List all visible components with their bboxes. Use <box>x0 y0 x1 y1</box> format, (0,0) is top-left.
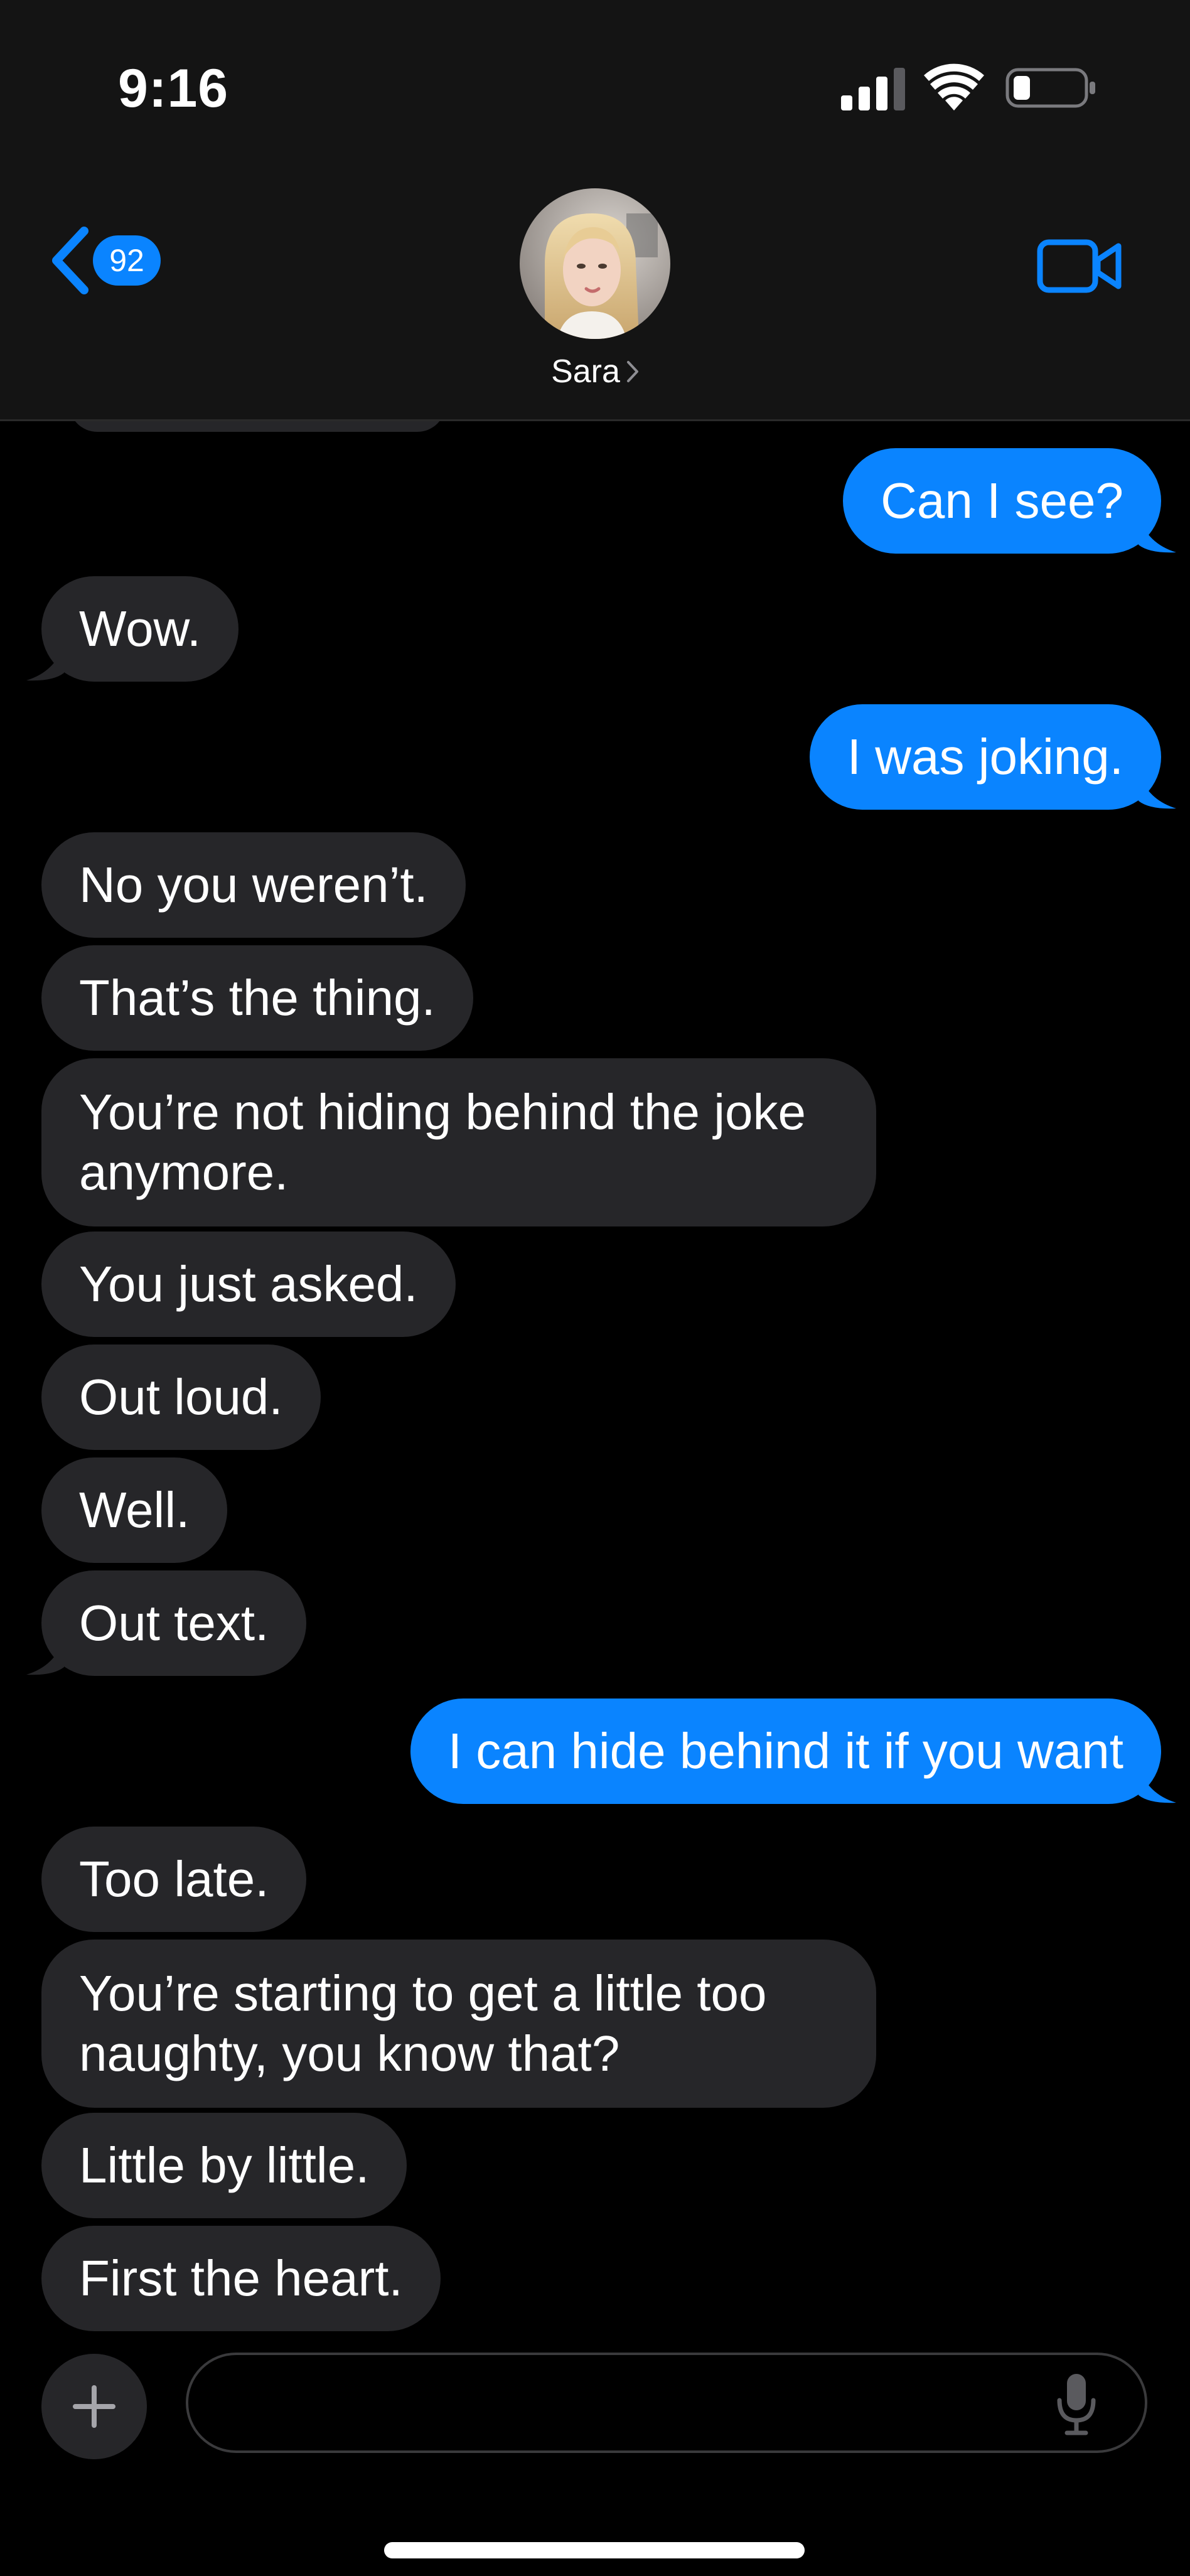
message-text: You’re not hiding behind the joke anymor… <box>79 1084 806 1200</box>
avatar <box>520 188 670 339</box>
message-input[interactable] <box>186 2353 1147 2453</box>
message-thread[interactable]: Can I see? Wow. I was joking. No you wer… <box>0 419 1190 2334</box>
message-bubble-incoming[interactable]: You’re not hiding behind the joke anymor… <box>41 1058 876 1226</box>
chevron-left-icon <box>52 227 88 294</box>
contact-info[interactable]: Sara <box>520 188 670 390</box>
avatar-photo <box>520 188 670 339</box>
message-bubble-incoming[interactable]: Out text. <box>26 1570 307 1676</box>
message-text: You just asked. <box>79 1256 418 1312</box>
bubble-tail <box>26 1638 64 1675</box>
message-bubble-incoming[interactable]: You just asked. <box>41 1232 456 1337</box>
message-text: Out loud. <box>79 1369 283 1425</box>
message-bubble-partial <box>69 419 446 432</box>
message-text: Well. <box>79 1482 190 1538</box>
battery-icon <box>1005 68 1095 108</box>
message-text: You’re starting to get a little too naug… <box>79 1965 767 2081</box>
chevron-right-icon <box>626 361 638 382</box>
video-camera-icon[interactable] <box>1037 237 1122 295</box>
message-bubble-outgoing[interactable]: I was joking. <box>809 704 1176 810</box>
message-text: No you weren’t. <box>79 857 428 913</box>
message-text: I was joking. <box>847 729 1123 785</box>
message-bubble-incoming[interactable]: You’re starting to get a little too naug… <box>41 1940 876 2108</box>
message-bubble-incoming[interactable]: Too late. <box>41 1827 307 1932</box>
home-indicator <box>384 2542 805 2558</box>
plus-icon[interactable] <box>41 2354 147 2459</box>
message-bubble-outgoing[interactable]: Can I see? <box>843 448 1176 554</box>
contact-name: Sara <box>551 353 620 390</box>
message-text: First the heart. <box>79 2250 403 2306</box>
wifi-icon <box>924 63 984 110</box>
message-text: That’s the thing. <box>79 970 436 1026</box>
message-bubble-incoming[interactable]: Out loud. <box>41 1344 321 1450</box>
composer <box>0 2335 1190 2576</box>
back-button[interactable]: 92 <box>49 226 161 295</box>
message-bubble-outgoing[interactable]: I can hide behind it if you want <box>410 1699 1176 1804</box>
status-time: 9:16 <box>118 58 229 119</box>
header: 9:16 92 Sara <box>0 0 1190 421</box>
message-text: Wow. <box>79 601 201 657</box>
message-text: Out text. <box>79 1595 269 1651</box>
message-bubble-incoming[interactable]: Wow. <box>26 576 239 682</box>
unread-count-badge: 92 <box>93 235 161 286</box>
bubble-tail <box>1139 772 1176 809</box>
message-bubble-incoming[interactable]: Well. <box>41 1457 228 1563</box>
message-bubble-incoming[interactable]: Little by little. <box>41 2113 407 2218</box>
cellular-signal-icon <box>841 68 905 110</box>
message-text: Too late. <box>79 1851 269 1907</box>
message-bubble-incoming[interactable]: No you weren’t. <box>41 832 466 938</box>
microphone-icon[interactable] <box>1054 2373 1098 2435</box>
bubble-tail <box>1139 516 1176 553</box>
message-text: I can hide behind it if you want <box>448 1723 1123 1779</box>
message-text: Little by little. <box>79 2137 370 2193</box>
bubble-tail <box>26 644 64 681</box>
message-bubble-incoming[interactable]: First the heart. <box>41 2226 441 2331</box>
message-text: Can I see? <box>881 473 1123 529</box>
message-bubble-incoming[interactable]: That’s the thing. <box>41 945 473 1051</box>
bubble-tail <box>1139 1766 1176 1803</box>
